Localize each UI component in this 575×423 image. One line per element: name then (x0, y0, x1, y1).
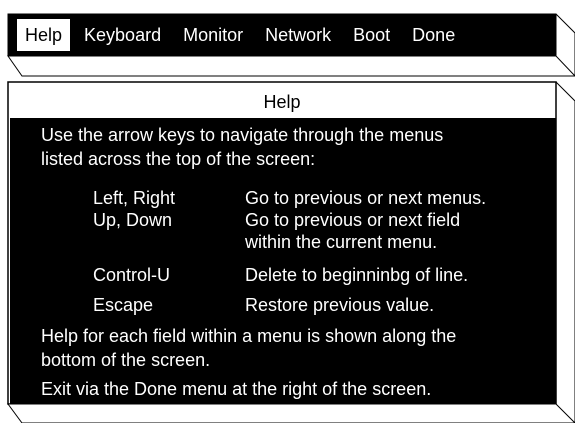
top-menu-bar: Help Keyboard Monitor Network Boot Done (13, 19, 551, 51)
menu-item-done[interactable]: Done (404, 19, 463, 51)
menu-item-help[interactable]: Help (17, 19, 71, 51)
key-label: Left, Right (93, 188, 176, 208)
key-label: Escape (93, 295, 154, 315)
key-description: Go to previous or next menus. (245, 188, 487, 208)
menu-item-boot[interactable]: Boot (345, 19, 398, 51)
key-description: Restore previous value. (245, 295, 435, 315)
exit-line: Exit via the Done menu at the right of t… (41, 379, 432, 399)
panel-title: Help (263, 92, 301, 112)
menu-item-network[interactable]: Network (257, 19, 339, 51)
intro-line-1: Use the arrow keys to navigate through t… (41, 125, 444, 145)
help-line-1: Help for each field within a menu is sho… (41, 326, 457, 346)
help-line-2: bottom of the screen. (41, 350, 211, 370)
key-description: Delete to beginninbg of line. (245, 265, 469, 285)
menu-item-monitor[interactable]: Monitor (175, 19, 251, 51)
key-description: Go to previous or next field (245, 210, 461, 230)
key-label: Control-U (93, 265, 171, 285)
key-label: Up, Down (93, 210, 173, 230)
menu-item-keyboard[interactable]: Keyboard (76, 19, 169, 51)
key-description-cont: within the current menu. (245, 232, 438, 252)
intro-line-2: listed across the top of the screen: (41, 149, 316, 169)
help-content: Use the arrow keys to navigate through t… (13, 118, 553, 400)
